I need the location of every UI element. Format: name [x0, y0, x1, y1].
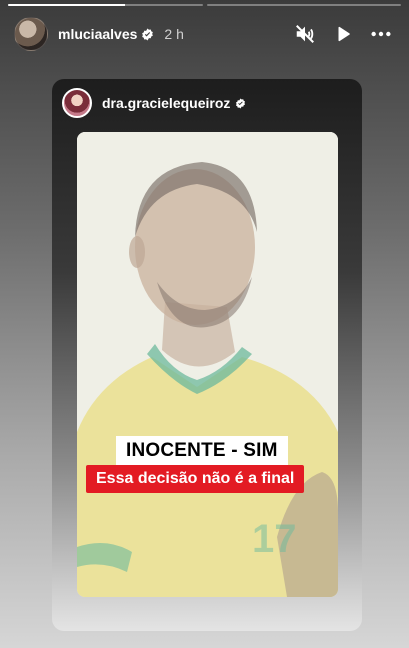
reshared-username[interactable]: dra.gracielequeiroz	[102, 95, 230, 111]
reshared-post-header[interactable]: dra.gracielequeiroz	[62, 87, 246, 119]
overlay-title: INOCENTE - SIM	[116, 436, 288, 465]
mute-icon	[296, 25, 314, 43]
story-progress	[8, 4, 401, 6]
verified-icon	[142, 28, 154, 40]
reshared-post-card[interactable]: dra.gracielequeiroz 17	[52, 79, 362, 631]
story-header: mluciaalves 2 h	[14, 17, 395, 51]
mute-button[interactable]	[291, 20, 319, 48]
progress-fill	[8, 4, 125, 6]
more-icon	[371, 31, 391, 37]
username[interactable]: mluciaalves	[58, 26, 137, 42]
progress-segment	[206, 4, 401, 6]
verified-icon	[236, 97, 246, 109]
post-photo: 17	[77, 132, 338, 597]
more-options-button[interactable]	[367, 20, 395, 48]
post-time: 2 h	[164, 26, 184, 42]
avatar[interactable]	[62, 88, 92, 118]
play-button[interactable]	[329, 20, 357, 48]
avatar[interactable]	[14, 17, 48, 51]
play-icon	[338, 26, 350, 42]
overlay-subtitle: Essa decisão não é a final	[86, 465, 305, 493]
progress-segment	[8, 4, 203, 6]
player-illustration: 17	[77, 132, 338, 597]
